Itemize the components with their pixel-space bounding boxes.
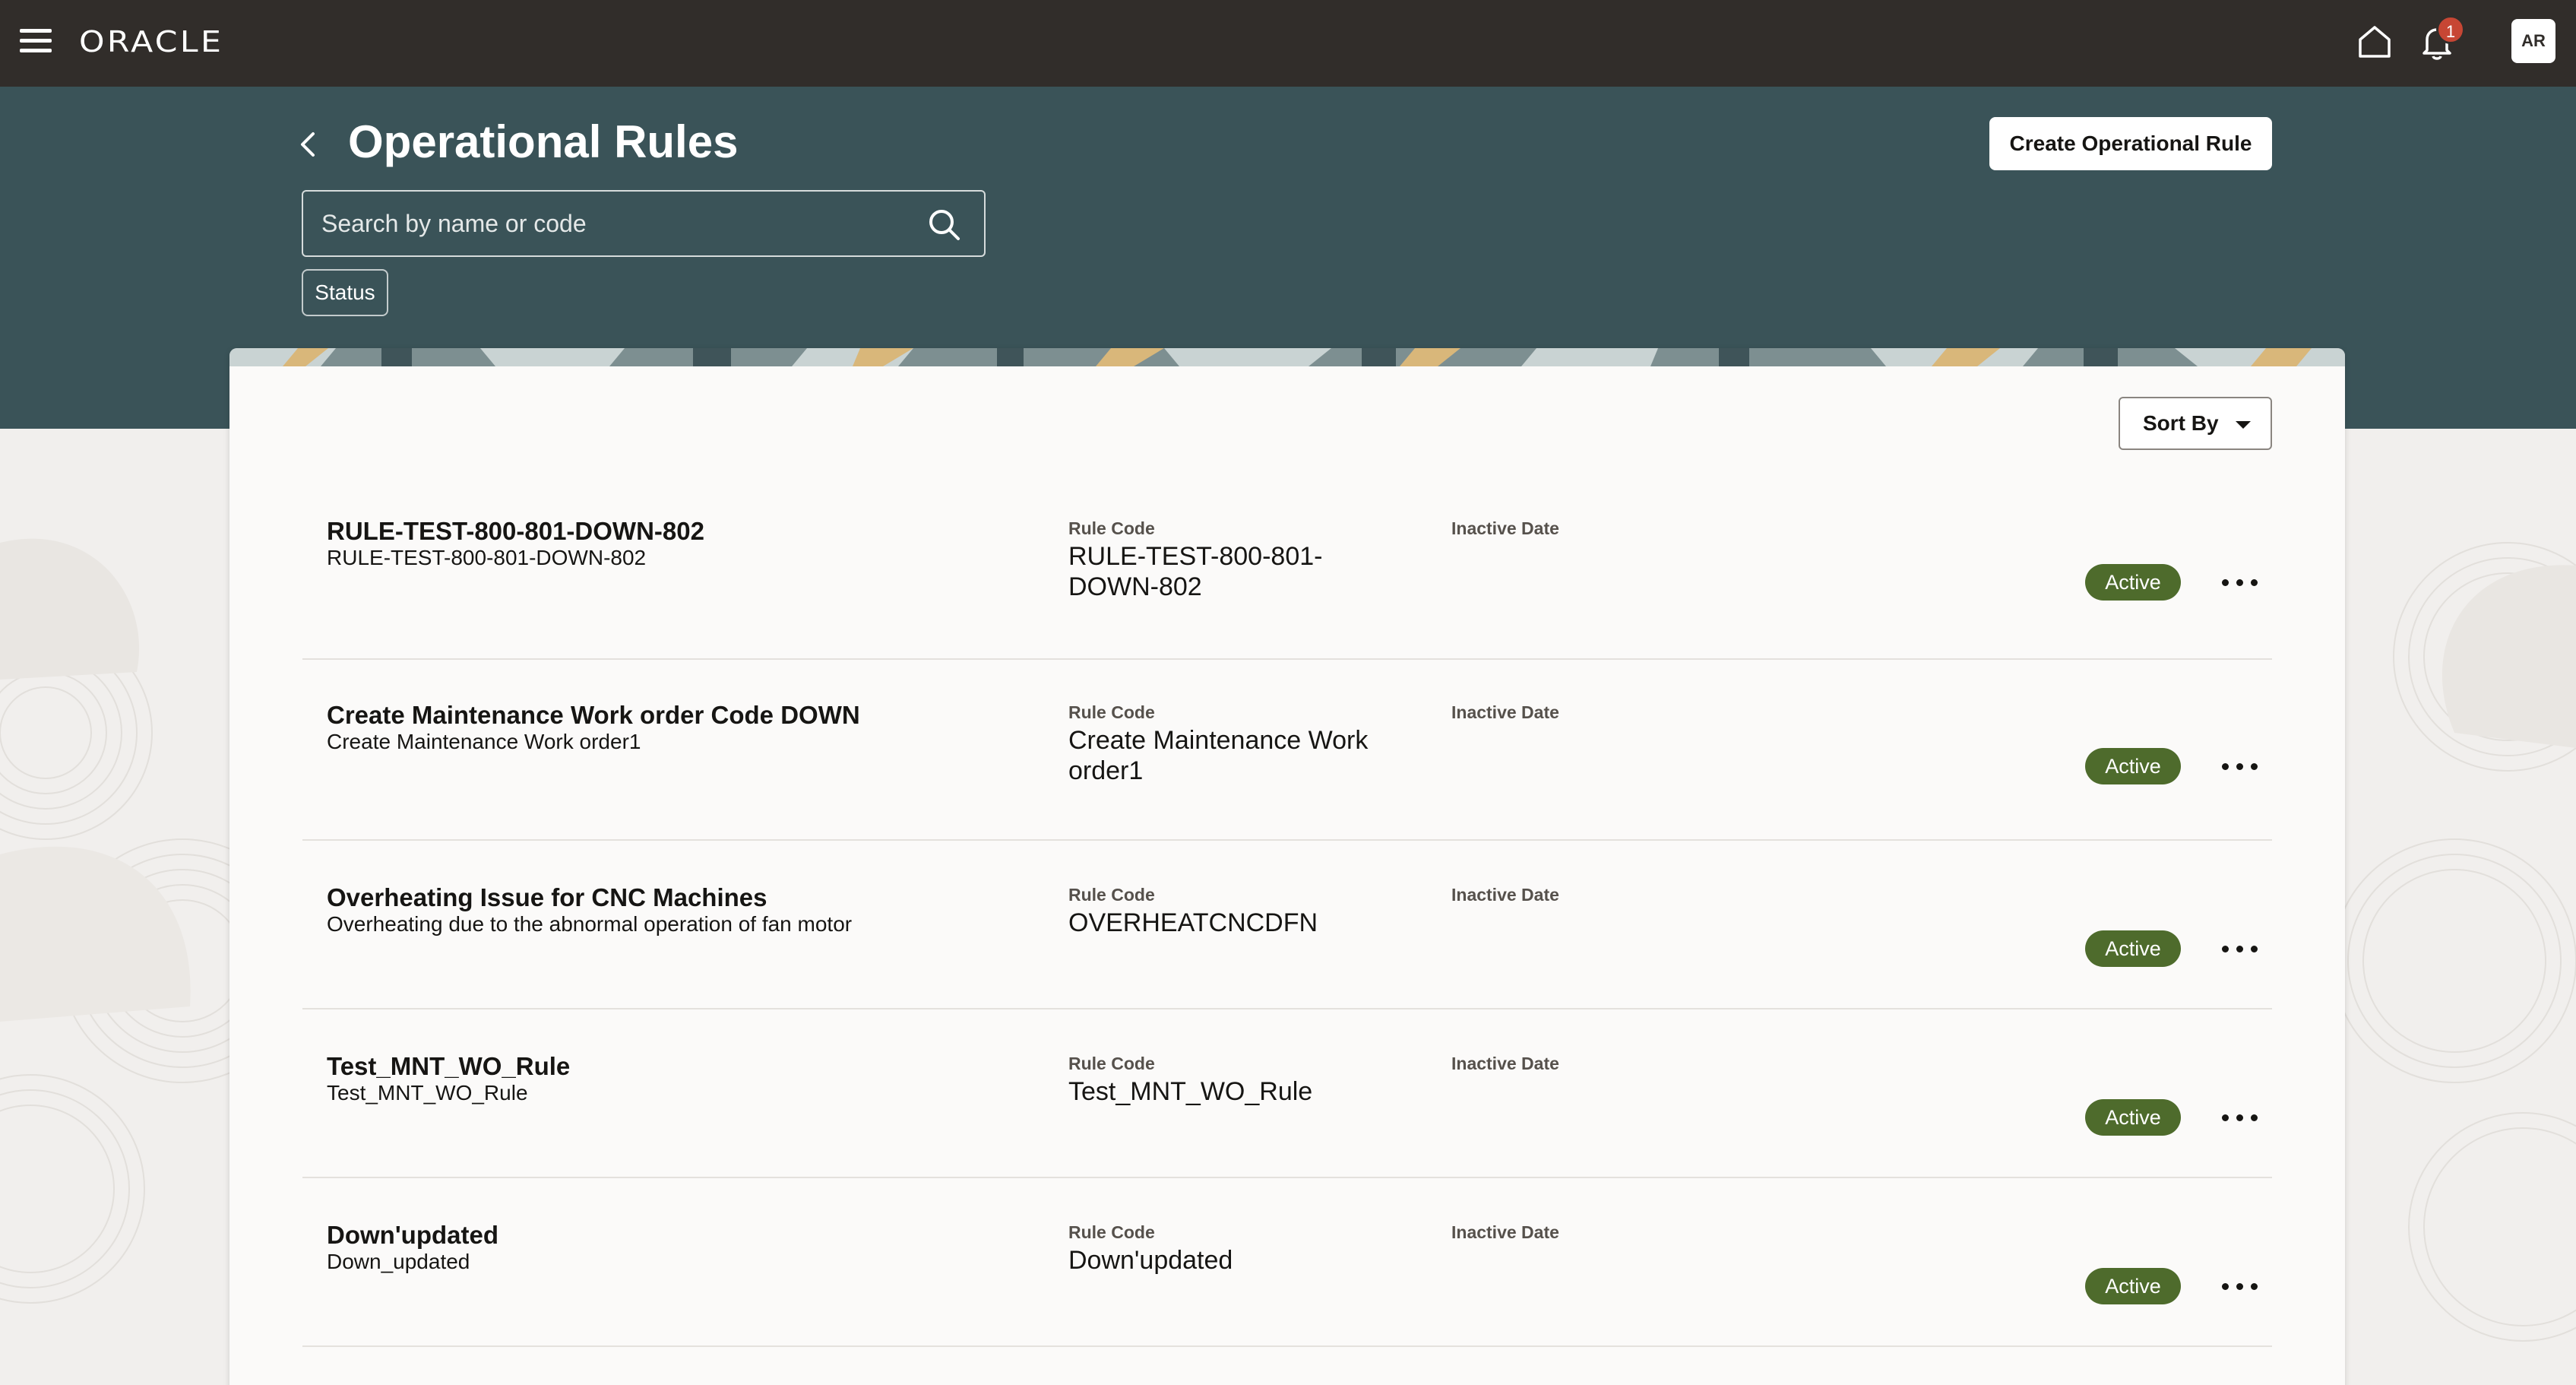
row-divider [302, 1345, 2272, 1347]
rule-code-label: Rule Code [1068, 518, 1155, 538]
inactive-date-label: Inactive Date [1451, 1222, 1559, 1242]
inactive-date-label: Inactive Date [1451, 885, 1559, 905]
home-icon[interactable] [2356, 23, 2394, 61]
more-actions-icon[interactable] [2217, 567, 2263, 597]
status-badge: Active [2085, 1099, 2181, 1136]
rule-row[interactable]: Down'updated Down_updated Rule Code Down… [302, 1178, 2272, 1347]
rules-list-card: Sort By RULE-TEST-800-801-DOWN-802 RULE-… [229, 348, 2345, 1385]
status-filter-chip[interactable]: Status [302, 269, 388, 316]
status-badge: Active [2085, 930, 2181, 967]
rule-code-label: Rule Code [1068, 1054, 1155, 1073]
notification-count-badge: 1 [2436, 15, 2465, 44]
user-avatar[interactable]: AR [2511, 19, 2555, 63]
caret-down-icon [2236, 421, 2251, 429]
rule-code-value: Down'updated [1068, 1246, 1233, 1275]
rule-description: Down_updated [327, 1250, 470, 1273]
more-actions-icon[interactable] [2217, 751, 2263, 781]
search-icon[interactable] [926, 207, 963, 243]
sort-by-dropdown[interactable]: Sort By [2119, 397, 2272, 450]
search-input[interactable] [303, 209, 896, 238]
rule-code-value: Test_MNT_WO_Rule [1068, 1077, 1313, 1106]
page-title: Operational Rules [348, 116, 739, 167]
rule-row[interactable]: Create Maintenance Work order Code DOWN … [302, 660, 2272, 841]
more-actions-icon[interactable] [2217, 1102, 2263, 1133]
more-actions-icon[interactable] [2217, 1271, 2263, 1301]
rule-row[interactable]: Overheating Issue for CNC Machines Overh… [302, 841, 2272, 1009]
status-badge: Active [2085, 564, 2181, 601]
rule-code-label: Rule Code [1068, 1222, 1155, 1242]
global-header: ORACLE 1 AR [0, 0, 2576, 87]
rule-name[interactable]: Down'updated [327, 1221, 498, 1250]
rule-code-value: RULE-TEST-800-801-DOWN-802 [1068, 542, 1323, 601]
rule-row[interactable]: Test_MNT_WO_Rule Test_MNT_WO_Rule Rule C… [302, 1009, 2272, 1178]
sort-by-label: Sort By [2143, 411, 2219, 435]
rule-description: RULE-TEST-800-801-DOWN-802 [327, 546, 647, 569]
status-badge: Active [2085, 748, 2181, 784]
status-badge: Active [2085, 1268, 2181, 1304]
rule-row[interactable]: RULE-TEST-800-801-DOWN-802 RULE-TEST-800… [302, 474, 2272, 660]
create-operational-rule-button[interactable]: Create Operational Rule [1989, 117, 2272, 170]
rule-code-label: Rule Code [1068, 702, 1155, 722]
rule-name[interactable]: RULE-TEST-800-801-DOWN-802 [327, 517, 704, 546]
rule-name[interactable]: Test_MNT_WO_Rule [327, 1052, 570, 1081]
inactive-date-label: Inactive Date [1451, 1054, 1559, 1073]
inactive-date-label: Inactive Date [1451, 702, 1559, 722]
card-decorative-strip [229, 348, 2345, 366]
rule-code-value: Create Maintenance Work order1 [1068, 726, 1369, 785]
rule-description: Create Maintenance Work order1 [327, 730, 641, 753]
back-chevron-icon[interactable] [295, 128, 322, 161]
oracle-logo: ORACLE [79, 25, 224, 59]
rule-name[interactable]: Create Maintenance Work order Code DOWN [327, 701, 860, 730]
rule-name[interactable]: Overheating Issue for CNC Machines [327, 883, 767, 912]
inactive-date-label: Inactive Date [1451, 518, 1559, 538]
rule-code-value: OVERHEATCNCDFN [1068, 908, 1318, 937]
hamburger-menu-icon[interactable] [20, 27, 53, 55]
rule-code-label: Rule Code [1068, 885, 1155, 905]
rule-description: Test_MNT_WO_Rule [327, 1081, 528, 1105]
search-field [302, 190, 986, 257]
more-actions-icon[interactable] [2217, 933, 2263, 964]
rule-description: Overheating due to the abnormal operatio… [327, 912, 853, 936]
